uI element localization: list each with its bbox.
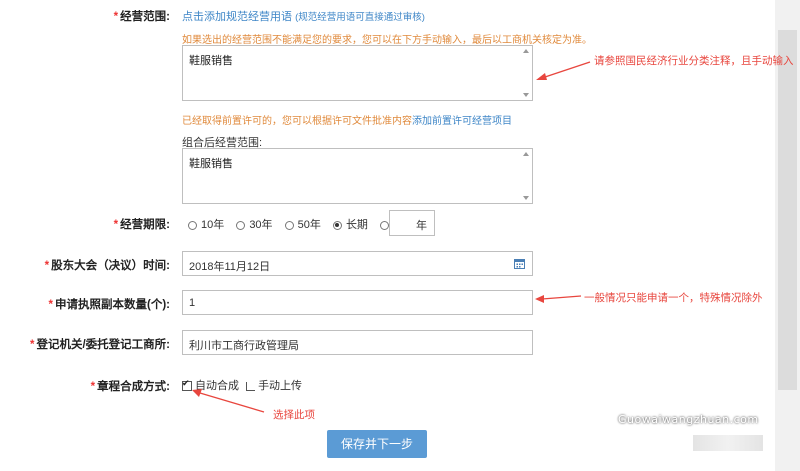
radio-icon[interactable]: [380, 220, 389, 230]
radio-icon[interactable]: [188, 220, 197, 230]
term-option-10[interactable]: 10年: [188, 216, 224, 232]
term-option-50[interactable]: 50年: [284, 216, 321, 232]
scroll-down-icon[interactable]: [523, 93, 529, 97]
business-scope-textarea[interactable]: 鞋服销售: [182, 45, 533, 101]
meeting-date-label: * 股东大会（决议）时间:: [44, 260, 170, 272]
combined-textarea-scrollbar[interactable]: [522, 150, 531, 202]
watermark: Guowaiwangzhuan.com: [618, 413, 759, 426]
scroll-up-icon[interactable]: [523, 152, 529, 156]
scroll-up-icon[interactable]: [523, 49, 529, 53]
meeting-date-value: 2018年11月12日: [189, 261, 271, 273]
annotation-arrow-icon: [192, 389, 265, 413]
calendar-icon[interactable]: [514, 258, 525, 269]
term-other-unit: 年: [416, 220, 427, 232]
scroll-down-icon[interactable]: [523, 196, 529, 200]
term-other-input[interactable]: 年: [389, 210, 435, 236]
meeting-date-input[interactable]: 2018年11月12日: [182, 251, 533, 276]
copies-annotation: 一般情况只能申请一个，特殊情况除外: [584, 292, 763, 304]
page-scrollbar-thumb[interactable]: [778, 30, 797, 390]
prelicense-note-text: 已经取得前置许可的，您可以根据许可文件批准内容: [182, 116, 412, 127]
term-label: * 经营期限:: [113, 219, 170, 231]
standard-terms-hint: (规范经营用语可直接通过审核): [295, 12, 425, 23]
copies-input[interactable]: 1: [182, 290, 533, 315]
add-standard-terms-link[interactable]: 点击添加规范经营用语: [182, 11, 292, 23]
page-scrollbar[interactable]: [775, 0, 800, 471]
radio-selected-icon[interactable]: [332, 220, 342, 230]
authority-value: 利川市工商行政管理局: [189, 340, 299, 352]
business-scope-value: 鞋服销售: [189, 55, 233, 67]
copies-value: 1: [189, 297, 196, 309]
combined-scope-value: 鞋服销售: [189, 158, 233, 170]
charter-annotation: 选择此项: [273, 409, 315, 421]
combined-scope-textarea[interactable]: 鞋服销售: [182, 148, 533, 204]
business-scope-annotation: 请参照国民经济行业分类注释，且手动输入: [594, 55, 794, 67]
annotation-arrow-icon: [536, 61, 591, 80]
business-scope-label: * 经营范围:: [113, 11, 170, 23]
charter-label: * 章程合成方式:: [90, 381, 170, 393]
save-next-button[interactable]: 保存并下一步: [327, 430, 427, 458]
radio-icon[interactable]: [236, 220, 246, 230]
authority-label: * 登记机关/委托登记工商所:: [29, 339, 170, 351]
term-option-30[interactable]: 30年: [236, 216, 273, 232]
business-scope-link-row: 点击添加规范经营用语 (规范经营用语可直接通过审核): [182, 8, 425, 24]
annotation-arrow-icon: [535, 295, 582, 303]
radio-icon[interactable]: [284, 220, 294, 230]
authority-input[interactable]: 利川市工商行政管理局: [182, 330, 533, 355]
add-prelicense-link[interactable]: 添加前置许可经营项目: [412, 116, 512, 127]
textarea-scrollbar[interactable]: [522, 47, 531, 99]
term-option-long[interactable]: 长期: [332, 216, 368, 232]
watermark-blur: [693, 435, 763, 451]
business-scope-note: 如果选出的经营范围不能满足您的要求，您可以在下方手动输入，最后以工商机关核定为准…: [182, 35, 592, 46]
copies-label: * 申请执照副本数量(个):: [48, 299, 170, 311]
prelicense-note: 已经取得前置许可的，您可以根据许可文件批准内容添加前置许可经营项目: [182, 112, 512, 127]
